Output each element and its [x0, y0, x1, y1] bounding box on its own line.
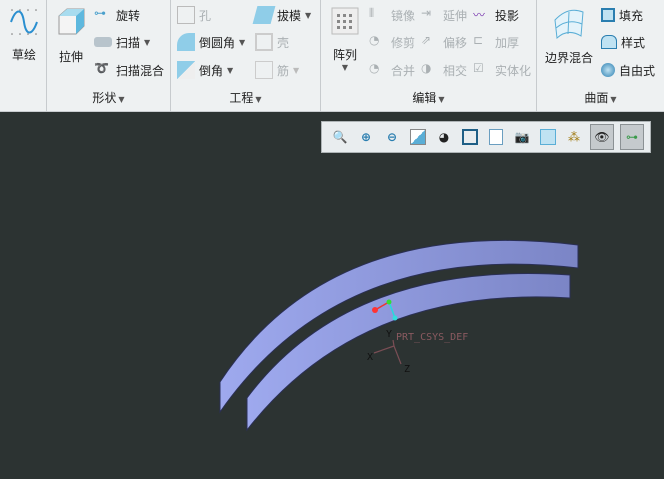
axis-z-label: Z: [404, 364, 411, 375]
axis-x-label: X: [367, 352, 374, 363]
surface-band-inner: [246, 273, 571, 432]
csys-label: PRT_CSYS_DEF: [396, 332, 469, 343]
axis-y-label: Y: [386, 329, 393, 340]
csys-axes: [373, 339, 402, 365]
model-viewport[interactable]: [0, 0, 664, 479]
